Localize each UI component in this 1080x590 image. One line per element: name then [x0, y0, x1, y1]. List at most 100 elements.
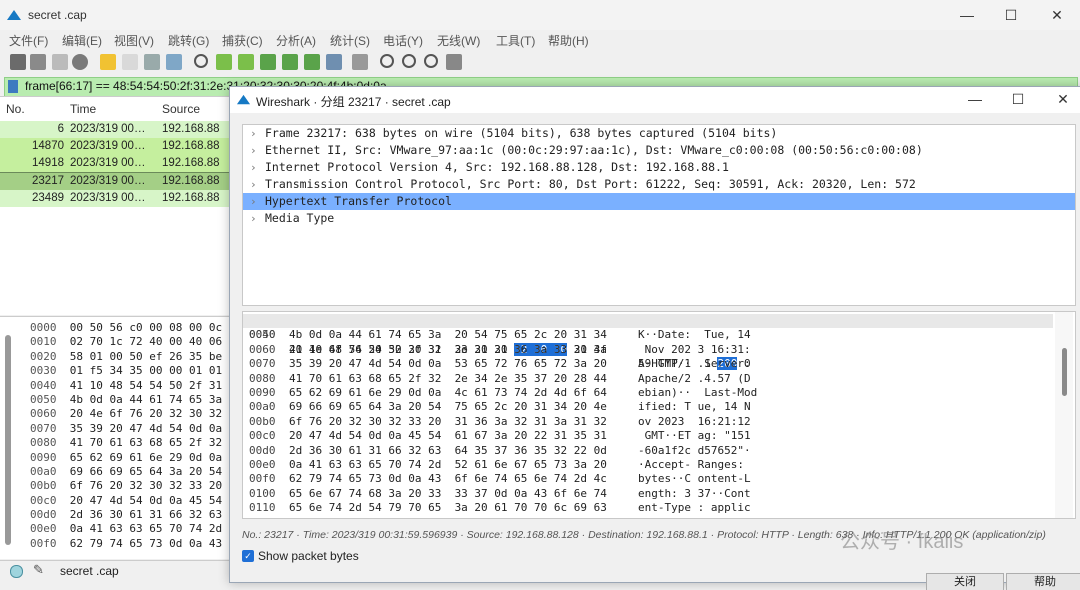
tree-item-label: Frame 23217: 638 bytes on wire (5104 bit… — [265, 126, 778, 140]
packet-source: 192.168.88 — [162, 123, 220, 135]
menu-wireless[interactable]: 无线(W) — [437, 32, 480, 49]
column-no[interactable]: No. — [6, 97, 25, 121]
tree-item-frame[interactable]: › Frame 23217: 638 bytes on wire (5104 bi… — [243, 125, 1075, 142]
tree-item-ethernet[interactable]: › Ethernet II, Src: VMware_97:aa:1c (00:0… — [243, 142, 1075, 159]
tree-item-label: Hypertext Transfer Protocol — [265, 194, 452, 208]
packet-row[interactable]: 23489 2023/319 00… 192.168.88 — [0, 190, 232, 207]
packet-no: 6 — [57, 123, 64, 135]
column-source[interactable]: Source — [162, 97, 200, 121]
packet-time: 2023/319 00… — [70, 157, 146, 169]
save-file-icon[interactable] — [122, 54, 138, 70]
chevron-right-icon[interactable]: › — [250, 142, 257, 159]
chevron-right-icon[interactable]: › — [250, 125, 257, 142]
capture-options-icon[interactable] — [72, 54, 88, 70]
tree-item-http[interactable]: › Hypertext Transfer Protocol — [243, 193, 1075, 210]
hex-line: 0020 58 01 00 50 ef 26 35 be — [30, 349, 223, 363]
go-forward-icon[interactable] — [238, 54, 254, 70]
hex-line: 00f0 62 79 74 65 73 0d 0a 43 — [30, 536, 223, 550]
packet-source: 192.168.88 — [162, 140, 220, 152]
chevron-right-icon[interactable]: › — [250, 210, 257, 227]
tree-item-label: Ethernet II, Src: VMware_97:aa:1c (00:0c… — [265, 143, 923, 157]
packet-row[interactable]: 14918 2023/319 00… 192.168.88 — [0, 155, 232, 172]
bytes-line: 0040 41 10 48 54 54 50 2f 31 2e 31 20 32… — [243, 314, 1053, 371]
packet-no: 14918 — [32, 157, 64, 169]
dialog-close-icon[interactable]: ✕ — [1054, 90, 1072, 108]
help-button[interactable]: 帮助 — [1006, 573, 1080, 590]
open-file-icon[interactable] — [100, 54, 116, 70]
colorize-icon[interactable] — [352, 54, 368, 70]
packet-row[interactable]: 14870 2023/319 00… 192.168.88 — [0, 138, 232, 155]
checkmark-icon[interactable]: ✓ — [242, 550, 254, 562]
tree-item-media-type[interactable]: › Media Type — [243, 210, 1075, 227]
column-time[interactable]: Time — [70, 97, 96, 121]
hex-line: 0080 41 70 61 63 68 65 2f 32 — [30, 436, 223, 450]
first-packet-icon[interactable] — [282, 54, 298, 70]
edit-comment-icon[interactable]: ✎ — [33, 562, 44, 578]
hex-line: 0040 41 10 48 54 54 50 2f 31 — [30, 378, 223, 392]
restart-capture-icon[interactable] — [52, 54, 68, 70]
stop-capture-icon[interactable] — [30, 54, 46, 70]
go-to-packet-icon[interactable] — [260, 54, 276, 70]
chevron-right-icon[interactable]: › — [250, 193, 257, 210]
close-button[interactable]: 关闭 — [926, 573, 1004, 590]
chevron-right-icon[interactable]: › — [250, 176, 257, 193]
menu-tools[interactable]: 工具(T) — [496, 32, 535, 49]
find-packet-icon[interactable] — [194, 54, 208, 68]
close-file-icon[interactable] — [144, 54, 160, 70]
tree-item-tcp[interactable]: › Transmission Control Protocol, Src Port… — [243, 176, 1075, 193]
status-file-name: secret .cap — [60, 564, 119, 578]
last-packet-icon[interactable] — [304, 54, 320, 70]
bookmark-icon[interactable] — [8, 80, 18, 93]
bytes-scrollbar[interactable] — [1055, 312, 1073, 518]
scrollbar-thumb[interactable] — [1062, 348, 1067, 396]
menu-capture[interactable]: 捕获(C) — [222, 32, 263, 49]
menu-analyze[interactable]: 分析(A) — [276, 32, 316, 49]
packet-bytes-pane: 0040 41 10 48 54 54 50 2f 31 2e 31 20 32… — [242, 311, 1076, 519]
normal-size-icon[interactable] — [424, 54, 438, 68]
packet-time: 2023/319 00… — [70, 140, 146, 152]
wireshark-fin-icon — [236, 94, 251, 105]
dialog-title-bar: Wireshark · 分组 23217 · secret .cap — ☐ ✕ — [230, 87, 1080, 113]
dialog-minimize-icon[interactable]: — — [966, 90, 984, 108]
zoom-out-icon[interactable] — [402, 54, 416, 68]
menu-edit[interactable]: 编辑(E) — [62, 32, 102, 49]
reload-file-icon[interactable] — [166, 54, 182, 70]
tree-item-label: Internet Protocol Version 4, Src: 192.16… — [265, 160, 729, 174]
tree-item-ipv4[interactable]: › Internet Protocol Version 4, Src: 192.1… — [243, 159, 1075, 176]
hex-line: 00a0 69 66 69 65 64 3a 20 54 — [30, 464, 223, 478]
close-icon[interactable]: ✕ — [1048, 6, 1066, 24]
show-packet-bytes-label: Show packet bytes — [258, 549, 359, 563]
packet-row-selected[interactable]: 23217 2023/319 00… 192.168.88 — [0, 172, 232, 191]
menu-telephony[interactable]: 电话(Y) — [383, 32, 423, 49]
main-status-bar: ✎ secret .cap — [0, 560, 232, 582]
dialog-maximize-icon[interactable]: ☐ — [1009, 90, 1027, 108]
go-back-icon[interactable] — [216, 54, 232, 70]
hex-line: 00c0 20 47 4d 54 0d 0a 45 54 — [30, 493, 223, 507]
tree-item-label: Media Type — [265, 211, 335, 225]
chevron-right-icon[interactable]: › — [250, 159, 257, 176]
hex-dump: 0000 00 50 56 c0 00 08 00 0c 0010 02 70 … — [30, 321, 222, 551]
hex-line: 0070 35 39 20 47 4d 54 0d 0a — [30, 421, 223, 435]
tree-item-label: Transmission Control Protocol, Src Port:… — [265, 177, 916, 191]
resize-columns-icon[interactable] — [446, 54, 462, 70]
menu-file[interactable]: 文件(F) — [9, 32, 48, 49]
hex-line: 0000 00 50 56 c0 00 08 00 0c — [30, 321, 223, 334]
hex-line: 00b0 6f 76 20 32 30 32 33 20 — [30, 479, 223, 493]
packet-no: 14870 — [32, 140, 64, 152]
main-window-title: secret .cap — [28, 8, 87, 22]
bytes-scrollbar[interactable] — [5, 335, 11, 545]
packet-row[interactable]: 6 2023/319 00… 192.168.88 — [0, 121, 232, 138]
zoom-in-icon[interactable] — [380, 54, 394, 68]
menu-go[interactable]: 跳转(G) — [168, 32, 209, 49]
autoscroll-icon[interactable] — [326, 54, 342, 70]
menu-view[interactable]: 视图(V) — [114, 32, 154, 49]
packet-source: 192.168.88 — [162, 175, 220, 187]
maximize-icon[interactable]: ☐ — [1002, 6, 1020, 24]
menu-help[interactable]: 帮助(H) — [548, 32, 589, 49]
packet-source: 192.168.88 — [162, 157, 220, 169]
minimize-icon[interactable]: — — [958, 6, 976, 24]
show-packet-bytes-checkbox[interactable]: ✓ Show packet bytes — [242, 549, 359, 563]
start-capture-icon[interactable] — [10, 54, 26, 70]
menu-statistics[interactable]: 统计(S) — [330, 32, 370, 49]
hex-line: 0050 4b 0d 0a 44 61 74 65 3a — [30, 392, 223, 406]
